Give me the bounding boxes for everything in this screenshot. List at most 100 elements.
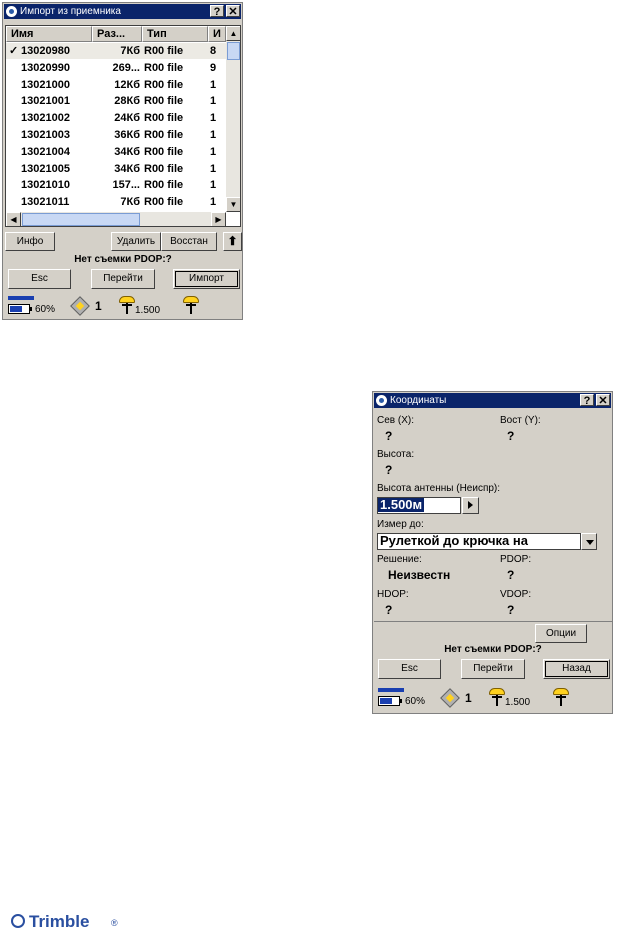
registered-mark: ® [111, 918, 118, 928]
antenna-height-label: Высота антенны (Неиспр): [377, 483, 501, 494]
measure-to-dropdown-button[interactable] [581, 533, 597, 550]
column-header-name[interactable]: Имя [6, 26, 92, 42]
measure-to-dropdown[interactable]: Рулеткой до крючка на [377, 533, 581, 550]
cell-name: 13021005 [21, 162, 70, 175]
table-row[interactable]: 13020990 269... R00 file 9 [6, 60, 226, 76]
vertical-scroll-thumb[interactable] [227, 42, 240, 60]
cell-extra: 1 [210, 179, 217, 192]
north-label: Сев (X): [377, 415, 414, 426]
info-button[interactable]: Инфо [5, 232, 55, 251]
rover-antenna-icon-2[interactable] [551, 688, 571, 706]
esc-button-2[interactable]: Esc [378, 659, 441, 679]
rover-antenna-icon[interactable] [181, 296, 201, 314]
horizontal-scroll-thumb[interactable] [22, 213, 140, 226]
horizontal-scrollbar[interactable]: ◀ ▶ [6, 212, 226, 226]
battery-level: 60% [35, 304, 56, 315]
rover-antenna-top [183, 296, 199, 303]
esc-button[interactable]: Esc [8, 269, 71, 289]
status-bar: 60% 1 1.500 [5, 293, 241, 318]
scroll-down-icon[interactable]: ▼ [226, 197, 240, 212]
table-row[interactable]: 13021002 24Кб R00 file 1 [6, 110, 226, 126]
table-row[interactable]: 13021010 157... R00 file 1 [6, 177, 226, 193]
back-button[interactable]: Назад [543, 659, 610, 679]
table-row[interactable]: ✓ 13020980 7Кб R00 file 8 [6, 43, 226, 59]
cell-size: 7Кб [120, 196, 140, 209]
cell-size: 24Кб [114, 112, 140, 125]
cell-name: 13021010 [21, 179, 70, 192]
satellite-icon-2[interactable] [440, 688, 460, 708]
cell-size: 7Кб [120, 45, 140, 57]
antenna-height-input[interactable]: 1.500м [377, 497, 461, 514]
goto-button[interactable]: Перейти [91, 269, 155, 289]
satellite-count-2: 1 [465, 691, 472, 705]
help-button[interactable]: ? [210, 5, 224, 18]
rover-antenna-top-2 [553, 688, 569, 695]
north-value: ? [385, 429, 393, 443]
cell-name: 13021000 [21, 78, 70, 91]
column-header-size[interactable]: Раз... [92, 26, 142, 42]
scroll-right-icon[interactable]: ▶ [211, 212, 226, 226]
cell-size: 36Кб [114, 129, 140, 141]
cell-name: 13021001 [21, 95, 70, 108]
cell-name: 13021002 [21, 112, 70, 125]
cell-extra: 1 [210, 145, 217, 158]
import-window: Импорт из приемника ? ✕ Имя Раз... Тип И… [2, 2, 243, 320]
import-button[interactable]: Импорт [173, 269, 240, 289]
column-header-extra[interactable]: И [208, 26, 226, 42]
survey-status-2: Нет съемки PDOP:? [444, 644, 542, 655]
scroll-left-icon[interactable]: ◀ [6, 212, 21, 226]
close-button-2[interactable]: ✕ [596, 394, 610, 407]
cell-check: ✓ [9, 45, 19, 57]
chevron-down-icon [586, 540, 594, 545]
cell-type: R00 file [144, 112, 184, 125]
table-row[interactable]: 13021003 36Кб R00 file 1 [6, 127, 226, 143]
goto-button-2[interactable]: Перейти [461, 659, 525, 679]
antenna-top [119, 296, 135, 303]
help-button-2[interactable]: ? [580, 394, 594, 407]
coordinates-panel: Сев (X): ? Вост (Y): ? Высота: ? Высота … [374, 409, 613, 622]
cell-extra: 1 [210, 112, 217, 125]
survey-status: Нет съемки PDOP:? [74, 254, 172, 265]
file-list[interactable]: Имя Раз... Тип И ✓ 13020980 7Кб R00 file 8 13… [5, 25, 241, 227]
cell-type: R00 file [144, 61, 184, 74]
antenna-top-2 [489, 688, 505, 695]
up-arrow-button[interactable]: ⬆ [223, 232, 242, 251]
cell-extra: 1 [210, 129, 217, 141]
chevron-right-icon [468, 501, 473, 509]
scroll-up-icon[interactable]: ▲ [226, 26, 240, 41]
restore-button[interactable]: Восстан [161, 232, 217, 251]
trimble-logo-icon-2 [376, 395, 387, 406]
cell-name: 13021004 [21, 145, 70, 158]
satellite-icon[interactable] [70, 296, 90, 316]
cell-size: 28Кб [114, 95, 140, 108]
vdop-label: VDOP: [500, 589, 532, 600]
measure-to-label: Измер до: [377, 519, 424, 530]
cell-name: 13020990 [21, 61, 70, 74]
table-row[interactable]: 13021005 34Кб R00 file 1 [6, 161, 226, 177]
antenna-bar-2 [492, 696, 502, 698]
hdop-value: ? [385, 603, 393, 617]
table-row[interactable]: 13021000 12Кб R00 file 1 [6, 77, 226, 93]
close-button[interactable]: ✕ [226, 5, 240, 18]
delete-button[interactable]: Удалить [111, 232, 161, 251]
antenna-icon-2[interactable] [487, 688, 507, 706]
up-arrow-icon: ⬆ [227, 234, 238, 248]
table-row[interactable]: 13021011 7Кб R00 file 1 [6, 194, 226, 210]
table-row[interactable]: 13021004 34Кб R00 file 1 [6, 144, 226, 160]
antenna-height-2: 1.500 [505, 697, 531, 708]
cell-size: 269... [112, 61, 140, 74]
column-header-type[interactable]: Тип [142, 26, 208, 42]
table-row[interactable]: 13021001 28Кб R00 file 1 [6, 93, 226, 109]
antenna-height: 1.500 [135, 305, 161, 316]
antenna-icon[interactable] [117, 296, 137, 314]
trimble-logo-icon [6, 6, 17, 17]
options-button[interactable]: Опции [535, 624, 587, 643]
antenna-height-arrow-button[interactable] [462, 497, 479, 514]
coordinates-titlebar: Координаты ? ✕ [374, 393, 611, 408]
cell-type: R00 file [144, 45, 184, 57]
solution-label: Решение: [377, 554, 422, 565]
vertical-scrollbar[interactable]: ▲ ▼ [226, 26, 240, 212]
cell-type: R00 file [144, 196, 184, 209]
cell-extra: 1 [210, 78, 217, 91]
rover-antenna-bar-2 [556, 696, 566, 698]
